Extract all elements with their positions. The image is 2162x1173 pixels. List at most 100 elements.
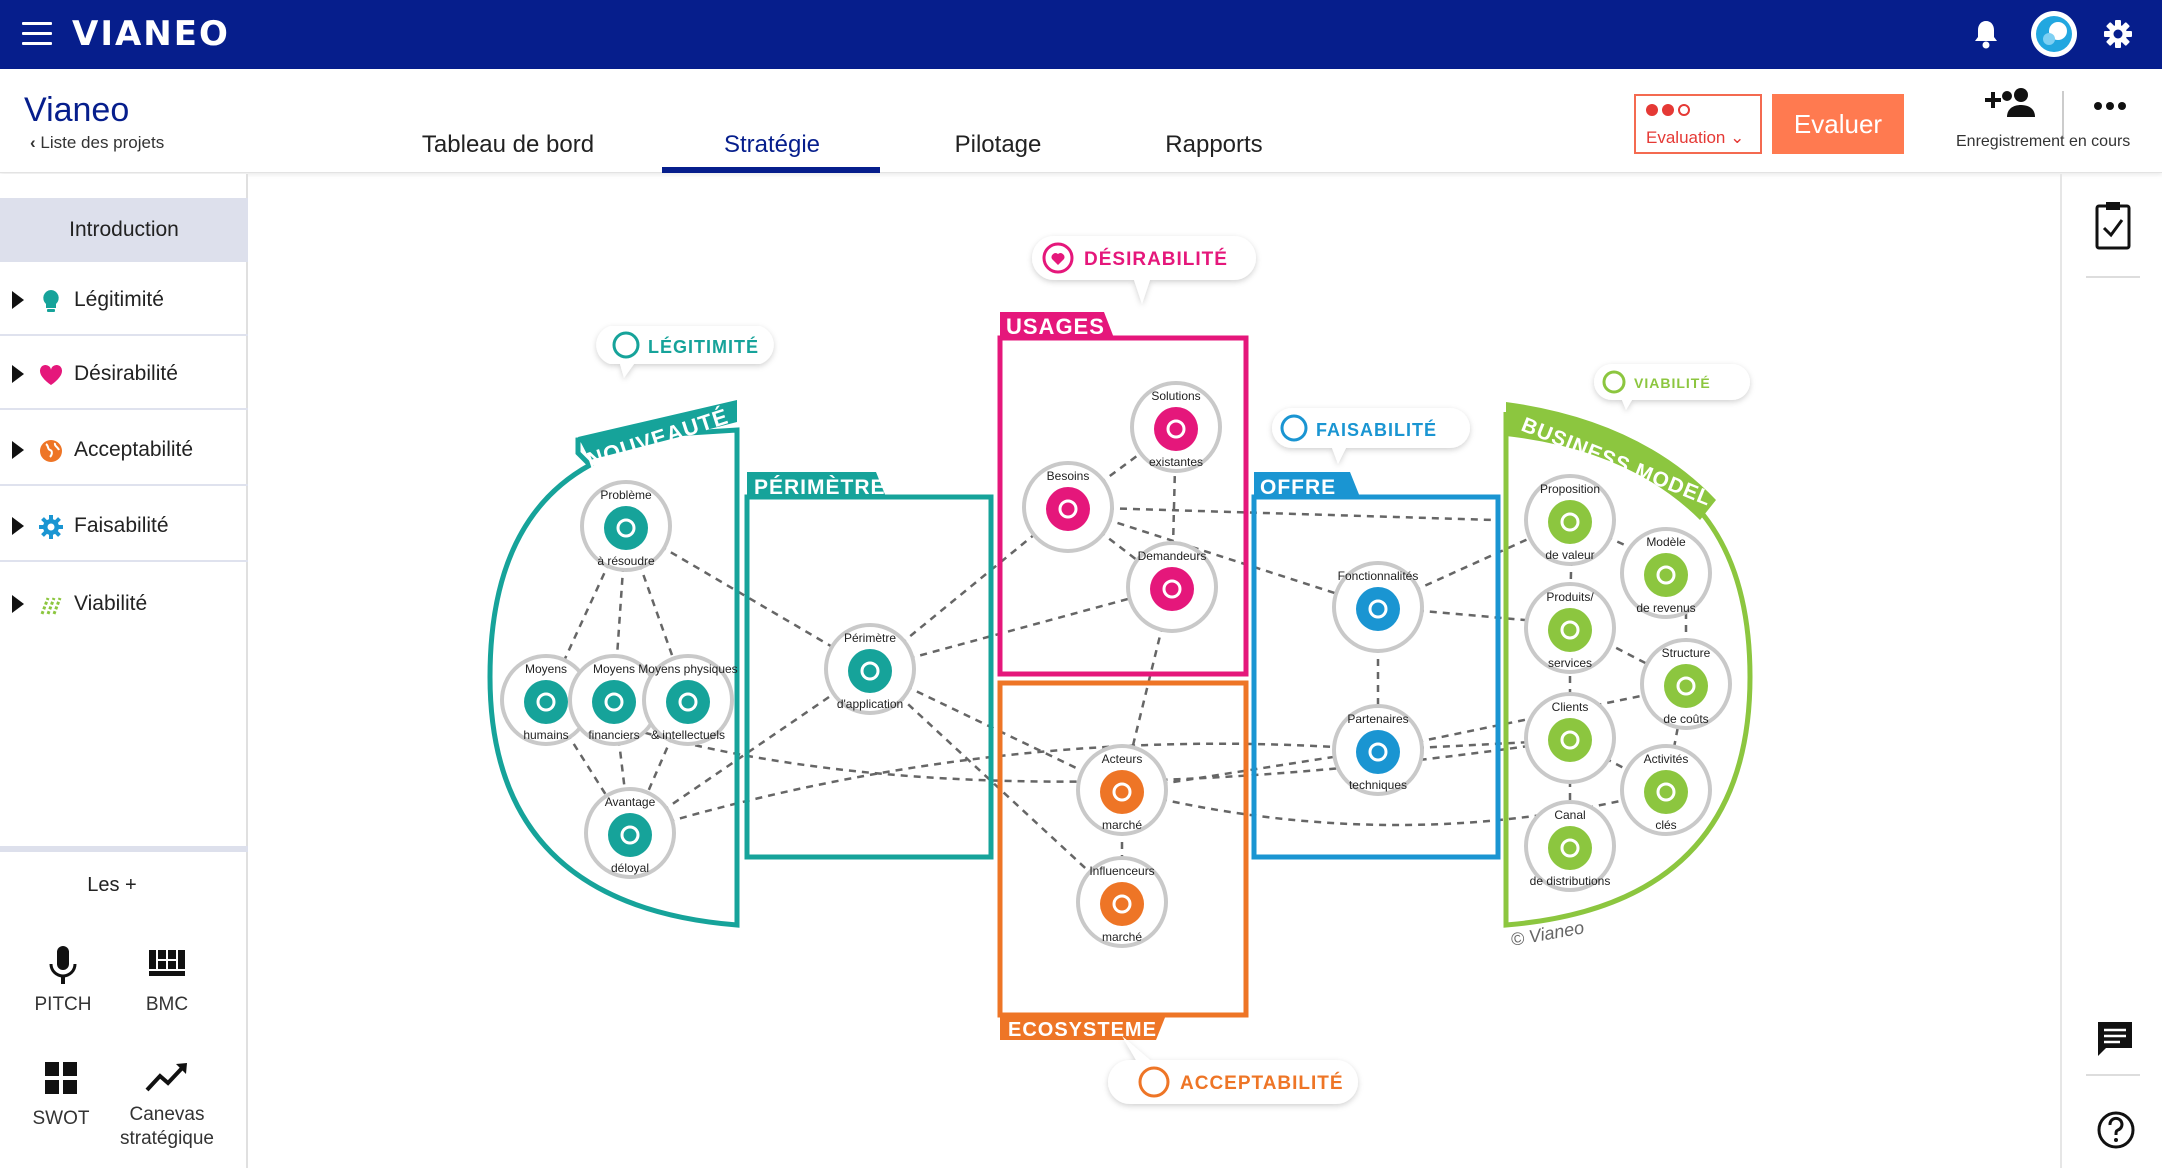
- project-header: Vianeo ‹ Liste des projets Tableau de bo…: [0, 69, 2162, 173]
- node-icon: [1100, 770, 1144, 814]
- gear-icon: [39, 515, 63, 539]
- pillar-label: DÉSIRABILITÉ: [1084, 248, 1228, 270]
- toolbar-divider: [2086, 276, 2140, 278]
- sidebar-item-faisabilite[interactable]: Faisabilité: [0, 490, 248, 562]
- tab-strategie[interactable]: Stratégie: [672, 131, 872, 159]
- sidebar-item-viabilite[interactable]: Viabilité: [0, 568, 248, 640]
- comment-icon[interactable]: [2096, 1020, 2134, 1065]
- node-influenceurs[interactable]: Influenceurs marché: [1076, 856, 1168, 948]
- swot-grid-icon: [45, 1062, 77, 1094]
- node-avantage[interactable]: Avantage déloyal: [584, 787, 676, 879]
- expand-arrow-icon[interactable]: [12, 365, 24, 383]
- bmc-button[interactable]: BMC: [112, 944, 222, 1017]
- sidebar-item-introduction[interactable]: Introduction: [0, 198, 248, 262]
- extras-title: Les +: [87, 874, 137, 896]
- help-icon[interactable]: [2096, 1110, 2136, 1155]
- tab-tableau-de-bord[interactable]: Tableau de bord: [408, 131, 608, 159]
- node-label-top: Clients: [1552, 700, 1589, 714]
- node-icon: [592, 680, 636, 724]
- sprout-icon: [40, 597, 62, 615]
- pillar-label: FAISABILITÉ: [1316, 419, 1437, 440]
- pillar-viabilite[interactable]: VIABILITÉ: [1594, 364, 1750, 410]
- strategy-diagram: NOUVEAUTÉ PÉRIMÈTRE USAGES ECOSYSTEME OF…: [250, 174, 2058, 1168]
- sidebar-item-acceptabilite[interactable]: Acceptabilité: [0, 414, 248, 486]
- node-solutions[interactable]: Solutions existantes: [1130, 381, 1222, 473]
- settings-gear-icon[interactable]: [2098, 14, 2138, 54]
- toolbar-divider: [2086, 1074, 2140, 1076]
- node-label-top: Acteurs: [1102, 752, 1143, 766]
- expand-arrow-icon[interactable]: [12, 441, 24, 459]
- node-besoins[interactable]: Besoins: [1022, 461, 1114, 553]
- avatar[interactable]: [2030, 10, 2078, 58]
- node-canal[interactable]: Canal de distributions: [1524, 800, 1616, 892]
- pillar-legitimite[interactable]: LÉGITIMITÉ: [596, 326, 774, 378]
- tab-rapports[interactable]: Rapports: [1114, 131, 1314, 159]
- node-partenaires[interactable]: Partenaires techniques: [1332, 704, 1424, 796]
- node-probleme[interactable]: Problème à résoudre: [580, 480, 672, 572]
- node-icon: [1644, 553, 1688, 597]
- menu-icon[interactable]: [22, 22, 52, 46]
- node-proposition[interactable]: Proposition de valeur: [1524, 474, 1616, 566]
- node-label-bottom: clés: [1655, 818, 1676, 832]
- sidebar-item-label: Désirabilité: [74, 362, 178, 385]
- swot-button[interactable]: SWOT: [6, 1058, 116, 1131]
- node-label-top: Problème: [600, 488, 652, 502]
- sidebar-item-legitimite[interactable]: Légitimité: [0, 264, 248, 336]
- node-icon: [1356, 587, 1400, 631]
- back-to-projects-link[interactable]: ‹ Liste des projets: [30, 133, 164, 153]
- node-icon: [1548, 826, 1592, 870]
- node-icon: [608, 813, 652, 857]
- node-perimetre-app[interactable]: Périmètre d'application: [824, 623, 916, 715]
- node-icon: [1548, 608, 1592, 652]
- node-label-top: Partenaires: [1347, 712, 1408, 726]
- node-activites[interactable]: Activités clés: [1620, 744, 1712, 836]
- pillar-desirabilite[interactable]: DÉSIRABILITÉ: [1032, 236, 1256, 304]
- add-user-icon[interactable]: [1985, 87, 2039, 122]
- pillar-acceptabilite[interactable]: ACCEPTABILITÉ: [1108, 1036, 1358, 1104]
- tab-pilotage[interactable]: Pilotage: [898, 131, 1098, 159]
- node-icon: [524, 680, 568, 724]
- evaluation-dropdown[interactable]: Evaluation ⌄: [1634, 94, 1762, 154]
- node-label-top: Fonctionnalités: [1338, 569, 1419, 583]
- node-label-bottom: financiers: [588, 728, 639, 742]
- canevas-strategique-button[interactable]: Canevas stratégique: [112, 1058, 222, 1151]
- strategy-sidebar: Introduction Légitimité Désirabilité Acc…: [0, 174, 248, 1168]
- node-moyens-physiques[interactable]: Moyens physiques & intellectuels: [638, 654, 738, 746]
- bell-icon[interactable]: [1966, 14, 2006, 54]
- app-logo[interactable]: VIANEO: [72, 14, 230, 54]
- expand-arrow-icon[interactable]: [12, 595, 24, 613]
- node-label-top: Moyens physiques: [638, 662, 737, 676]
- node-modele[interactable]: Modèle de revenus: [1620, 527, 1712, 619]
- node-label-top: Périmètre: [844, 631, 896, 645]
- node-acteurs[interactable]: Acteurs marché: [1076, 744, 1168, 836]
- tool-label: Canevas stratégique: [119, 1104, 214, 1149]
- node-label-top: Proposition: [1540, 482, 1600, 496]
- microphone-icon: [49, 946, 77, 984]
- sidebar-item-desirabilite[interactable]: Désirabilité: [0, 338, 248, 410]
- node-label-bottom: services: [1548, 656, 1592, 670]
- node-structure[interactable]: Structure de coûts: [1640, 638, 1732, 730]
- node-icon: [1150, 567, 1194, 611]
- node-fonctionnalites[interactable]: Fonctionnalités: [1332, 561, 1424, 653]
- evaluer-button[interactable]: Evaluer: [1772, 94, 1904, 154]
- node-icon: [1644, 770, 1688, 814]
- expand-arrow-icon[interactable]: [12, 291, 24, 309]
- node-icon: [1046, 487, 1090, 531]
- block-title: PÉRIMÈTRE: [754, 476, 886, 499]
- right-toolbar: [2060, 174, 2162, 1168]
- node-label-bottom: existantes: [1149, 455, 1203, 469]
- node-clients[interactable]: Clients: [1524, 692, 1616, 784]
- node-produits[interactable]: Produits/services: [1524, 582, 1616, 674]
- pillar-faisabilite[interactable]: FAISABILITÉ: [1272, 408, 1470, 464]
- node-demandeurs[interactable]: Demandeurs: [1126, 541, 1218, 633]
- evaluation-label: Evaluation: [1646, 128, 1726, 147]
- block-title: OFFRE: [1260, 476, 1336, 499]
- clipboard-check-icon[interactable]: [2094, 200, 2132, 255]
- chevron-left-icon: ‹: [30, 133, 36, 152]
- node-label-top: Canal: [1554, 808, 1585, 822]
- bmc-grid-icon: [149, 950, 185, 976]
- expand-arrow-icon[interactable]: [12, 517, 24, 535]
- more-options-icon[interactable]: [2092, 91, 2128, 126]
- node-icon: [1100, 882, 1144, 926]
- pitch-button[interactable]: PITCH: [8, 944, 118, 1017]
